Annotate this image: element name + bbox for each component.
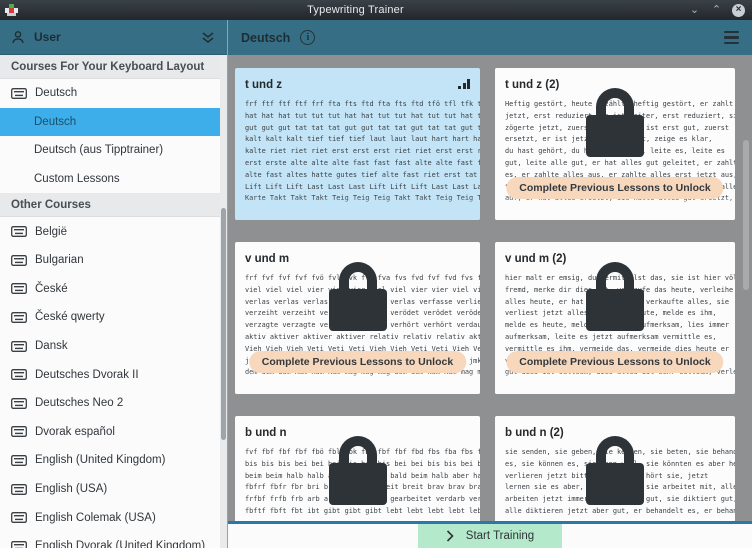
lesson-title: v und m (2) (505, 253, 566, 265)
lesson-title: b und n (245, 427, 287, 439)
sidebar-item-label: České (35, 283, 68, 295)
sidebar-item-label: English Colemak (USA) (35, 512, 156, 524)
sidebar-item-custom-lessons[interactable]: Custom Lessons (0, 165, 227, 194)
user-selector[interactable]: User (0, 20, 227, 55)
keyboard-icon (11, 312, 27, 323)
sidebar-item-dvorak-espanol[interactable]: Dvorak español (0, 418, 227, 447)
sidebar-item-english-colemak[interactable]: English Colemak (USA) (0, 503, 227, 532)
lock-icon (580, 262, 650, 331)
sidebar-item-label: Custom Lessons (34, 173, 120, 185)
main-panel: Deutsch i t und z frf ftf ftf ftf frf ft… (228, 20, 752, 548)
keyboard-icon (11, 398, 27, 409)
start-training-button[interactable]: Start Training (418, 524, 562, 548)
minimize-button[interactable]: ⌄ (688, 4, 701, 17)
lesson-card-v-und-m-2[interactable]: v und m (2) hier malt er emsig, du vermi… (495, 242, 735, 394)
lesson-card-v-und-m[interactable]: v und m frf fvf fvf fvf fvö fvl fvk fvj … (235, 242, 480, 394)
lesson-preview-text: frf ftf ftf ftf frf fta fts ftd fta fts … (245, 99, 470, 205)
lesson-title: t und z (2) (505, 79, 559, 91)
sidebar-item-belgie[interactable]: België (0, 217, 227, 246)
sidebar-item-deutsch-course[interactable]: Deutsch (0, 79, 227, 108)
lesson-card-b-und-n[interactable]: b und n fvf fbf fbf fbf fbö fbl fbk fbj … (235, 416, 480, 521)
app-window: Typewriting Trainer ⌄ ⌃ × User Course (0, 0, 752, 548)
unlock-hint-badge: Complete Previous Lessons to Unlock (506, 177, 723, 199)
hamburger-menu-icon[interactable] (724, 31, 739, 44)
keyboard-icon (11, 88, 27, 99)
keyboard-icon (11, 255, 27, 266)
start-training-label: Start Training (466, 530, 534, 542)
sidebar-scrollbar[interactable] (220, 55, 227, 548)
info-icon[interactable]: i (300, 30, 315, 45)
keyboard-icon (11, 226, 27, 237)
maximize-button[interactable]: ⌃ (710, 4, 723, 17)
lock-icon (580, 436, 650, 505)
unlock-hint-badge: Complete Previous Lessons to Unlock (249, 351, 466, 373)
lesson-card-b-und-n-2[interactable]: b und n (2) sie senden, sie geben, sie k… (495, 416, 735, 521)
sidebar-item-english-usa[interactable]: English (USA) (0, 475, 227, 504)
section-header-keyboard-layout: Courses For Your Keyboard Layout (0, 55, 227, 79)
sidebar-item-bulgarian[interactable]: Bulgarian (0, 246, 227, 275)
lesson-title: t und z (245, 79, 282, 91)
keyboard-icon (11, 426, 27, 437)
section-header-other-courses: Other Courses (0, 193, 227, 217)
sidebar-item-english-uk[interactable]: English (United Kingdom) (0, 446, 227, 475)
sidebar-item-label: Deutsch (35, 87, 77, 99)
main-header: Deutsch i (228, 20, 752, 55)
titlebar: Typewriting Trainer ⌄ ⌃ × (0, 0, 752, 20)
sidebar-item-deutsch-tipptrainer[interactable]: Deutsch (aus Tipptrainer) (0, 136, 227, 165)
chevron-right-icon (446, 530, 454, 542)
keyboard-icon (11, 455, 27, 466)
keyboard-icon (11, 369, 27, 380)
close-button[interactable]: × (732, 4, 745, 17)
lesson-card-t-und-z[interactable]: t und z frf ftf ftf ftf frf fta fts ftd … (235, 68, 480, 220)
sidebar-item-label: Deutsches Neo 2 (35, 397, 123, 409)
lock-icon (580, 88, 650, 157)
progress-bars-icon (458, 79, 470, 89)
sidebar-item-label: Dansk (35, 340, 68, 352)
lock-icon (323, 436, 393, 505)
chevron-double-down-icon[interactable] (200, 31, 216, 44)
sidebar-item-deutsches-dvorak[interactable]: Deutsches Dvorak II (0, 360, 227, 389)
sidebar-item-label: Deutsch (34, 116, 76, 128)
keyboard-icon (11, 512, 27, 523)
footer-bar: Start Training (228, 521, 752, 548)
content-scrollbar-handle[interactable] (743, 140, 749, 290)
lock-icon (323, 262, 393, 331)
sidebar-item-english-dvorak-uk[interactable]: English Dvorak (United Kingdom) (0, 532, 227, 548)
sidebar-item-deutsches-neo2[interactable]: Deutsches Neo 2 (0, 389, 227, 418)
lesson-title: v und m (245, 253, 289, 265)
sidebar-item-label: English (United Kingdom) (35, 454, 165, 466)
sidebar-item-dansk[interactable]: Dansk (0, 332, 227, 361)
sidebar-item-label: Deutsches Dvorak II (35, 369, 139, 381)
user-label: User (34, 30, 200, 44)
sidebar-item-label: English (USA) (35, 483, 107, 495)
course-title: Deutsch (241, 31, 290, 45)
sidebar-item-label: České qwerty (35, 311, 105, 323)
lesson-grid: t und z frf ftf ftf ftf frf fta fts ftd … (228, 55, 752, 521)
sidebar: User Courses For Your Keyboard Layout De… (0, 20, 228, 548)
sidebar-item-ceske[interactable]: České (0, 275, 227, 304)
sidebar-item-label: Deutsch (aus Tipptrainer) (34, 144, 163, 156)
sidebar-item-label: België (35, 226, 67, 238)
sidebar-item-label: Dvorak español (35, 426, 115, 438)
lesson-title: b und n (2) (505, 427, 564, 439)
app-icon (5, 4, 18, 17)
user-icon (11, 30, 25, 44)
lesson-card-t-und-z-2[interactable]: t und z (2) Heftig gestört, heute erzähl… (495, 68, 735, 220)
course-list: Courses For Your Keyboard Layout Deutsch… (0, 55, 227, 548)
window-title: Typewriting Trainer (23, 4, 688, 16)
sidebar-item-ceske-qwerty[interactable]: České qwerty (0, 303, 227, 332)
sidebar-item-deutsch-selected[interactable]: Deutsch (0, 108, 227, 137)
keyboard-icon (11, 341, 27, 352)
sidebar-scrollbar-handle[interactable] (221, 208, 226, 440)
unlock-hint-badge: Complete Previous Lessons to Unlock (506, 351, 723, 373)
keyboard-icon (11, 484, 27, 495)
sidebar-item-label: Bulgarian (35, 254, 84, 266)
keyboard-icon (11, 541, 27, 548)
sidebar-item-label: English Dvorak (United Kingdom) (35, 540, 205, 548)
keyboard-icon (11, 283, 27, 294)
